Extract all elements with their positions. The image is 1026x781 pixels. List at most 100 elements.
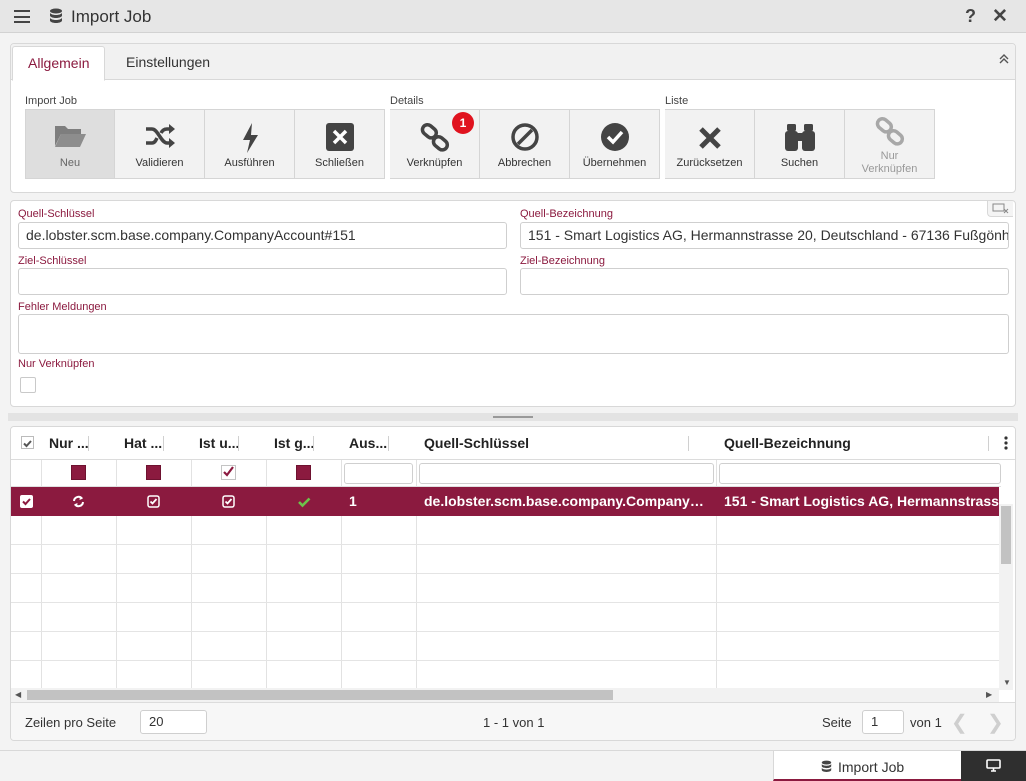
quell-bezeichnung-label: Quell-Bezeichnung [520,208,613,220]
notification-badge: 1 [452,112,474,134]
verknuepfen-button[interactable]: Verknüpfen 1 [390,109,480,179]
check-circle-icon [600,123,629,151]
nur-verknuepfen-button[interactable]: Nur Verknüpfen [845,109,935,179]
filter-nur-checkbox[interactable] [71,465,86,480]
ziel-schluessel-label: Ziel-Schlüssel [18,255,87,267]
task-import-job[interactable]: Import Job [773,751,961,781]
cell-quell-schluessel: de.lobster.scm.base.company.CompanyAccou… [424,493,704,509]
cell-quell-bezeichnung: 151 - Smart Logistics AG, Hermannstrasse… [724,493,999,509]
empty-row [11,661,999,690]
vertical-scrollbar[interactable] [999,504,1013,690]
lightning-icon [242,123,258,153]
column-header-ist-u[interactable]: Ist u... [191,427,266,460]
pagination-bar: Zeilen pro Seite 20 1 - 1 von 1 Seite 1 … [11,702,1015,740]
nur-verknuepfen-label: Nur Verknüpfen [18,358,95,370]
task-label: Import Job [838,759,905,775]
checkmark-icon [298,497,311,508]
column-header-nur[interactable]: Nur ... [41,427,116,460]
help-icon[interactable]: ? [965,6,976,27]
folder-open-icon [55,126,86,147]
group-label-details: Details [390,95,424,107]
panel-options-icon[interactable] [987,201,1013,217]
table-row[interactable]: 1 de.lobster.scm.base.company.CompanyAcc… [11,487,999,516]
collapse-icon[interactable] [999,54,1009,64]
rows-per-page-label: Zeilen pro Seite [25,715,117,730]
column-header-ist-g[interactable]: Ist g... [266,427,341,460]
nur-verknuepfen-label-2: Verknüpfen [861,163,918,175]
splitter-grip[interactable] [493,416,533,418]
scroll-down-arrow-icon[interactable]: ▼ [1003,678,1011,687]
panel-splitter[interactable] [8,413,1018,421]
filter-quell-bezeichnung-input[interactable] [719,463,1001,484]
validieren-button[interactable]: Validieren [115,109,205,179]
shuffle-icon [145,124,175,148]
quell-schluessel-field[interactable]: de.lobster.scm.base.company.CompanyAccou… [18,222,507,249]
column-header-hat[interactable]: Hat ... [116,427,191,460]
desktop-button[interactable] [961,751,1026,781]
row-checkbox[interactable] [20,495,33,508]
filter-quell-schluessel-input[interactable] [419,463,714,484]
horizontal-scrollbar[interactable]: ◀ ▶ [11,688,999,702]
abbrechen-button[interactable]: Abbrechen [480,109,570,179]
column-menu-icon[interactable] [1004,436,1008,450]
neu-button[interactable]: Neu [25,109,115,179]
zuruecksetzen-button[interactable]: Zurücksetzen [665,109,755,179]
column-header-aus[interactable]: Aus... [341,427,416,460]
hamburger-menu-icon[interactable] [14,10,30,23]
ziel-schluessel-field[interactable] [18,268,507,295]
page-total-label: von 1 [910,715,942,730]
group-label-liste: Liste [665,95,689,107]
column-header-quell-bezeichnung[interactable]: Quell-Bezeichnung [716,427,996,460]
quell-bezeichnung-field[interactable]: 151 - Smart Logistics AG, Hermannstrasse… [520,222,1009,249]
empty-row [11,574,999,603]
form-panel: Quell-Schlüssel de.lobster.scm.base.comp… [10,200,1016,407]
link-icon [420,122,449,152]
task-bar: Import Job [0,750,1026,781]
monitor-icon [986,759,1001,772]
database-icon [821,760,832,772]
ausfuehren-button[interactable]: Ausführen [205,109,295,179]
tab-allgemein[interactable]: Allgemein [12,46,106,81]
database-icon [50,8,62,23]
empty-row [11,516,999,545]
horizontal-scroll-thumb[interactable] [27,690,613,700]
suchen-button[interactable]: Suchen [755,109,845,179]
nur-verknuepfen-checkbox[interactable] [20,377,36,393]
filter-aus-input[interactable] [344,463,413,484]
toolbar-panel: Allgemein Einstellungen Import Job Detai… [10,43,1016,193]
ban-icon [510,123,539,151]
checkbox-checked-icon [222,495,235,508]
column-header-quell-schluessel[interactable]: Quell-Schlüssel [416,427,716,460]
nur-verknuepfen-label-1: Nur [880,150,899,162]
empty-row [11,603,999,632]
fehler-meldungen-field[interactable] [18,314,1009,354]
vertical-scroll-thumb[interactable] [1001,506,1011,564]
filter-row [11,460,1001,487]
filter-ist-u-checkbox[interactable] [221,465,236,480]
filter-ist-g-checkbox[interactable] [296,465,311,480]
select-all-checkbox[interactable] [21,436,34,449]
schliessen-button[interactable]: Schließen [295,109,385,179]
close-box-icon [325,123,354,151]
uebernehmen-button[interactable]: Übernehmen [570,109,660,179]
empty-row [11,632,999,661]
rows-per-page-input[interactable]: 20 [140,710,207,734]
ziel-bezeichnung-field[interactable] [520,268,1009,295]
next-page-icon[interactable]: ❯ [987,710,1004,735]
close-icon[interactable]: ✕ [992,5,1008,28]
previous-page-icon[interactable]: ❮ [951,710,968,735]
checkbox-checked-icon [147,495,160,508]
link-icon [875,116,904,146]
page-range-text: 1 - 1 von 1 [483,715,545,730]
window-title: Import Job [71,7,152,26]
data-grid: Nur ... Hat ... Ist u... Ist g... Aus...… [10,426,1016,741]
title-bar: Import Job ? ✕ [0,0,1026,33]
filter-hat-checkbox[interactable] [146,465,161,480]
scroll-right-arrow-icon[interactable]: ▶ [986,690,992,699]
tab-einstellungen[interactable]: Einstellungen [111,46,225,81]
page-input[interactable]: 1 [862,710,904,734]
scroll-left-arrow-icon[interactable]: ◀ [15,690,21,699]
quell-schluessel-label: Quell-Schlüssel [18,208,95,220]
grid-header: Nur ... Hat ... Ist u... Ist g... Aus...… [11,427,1015,460]
ziel-bezeichnung-label: Ziel-Bezeichnung [520,255,605,267]
